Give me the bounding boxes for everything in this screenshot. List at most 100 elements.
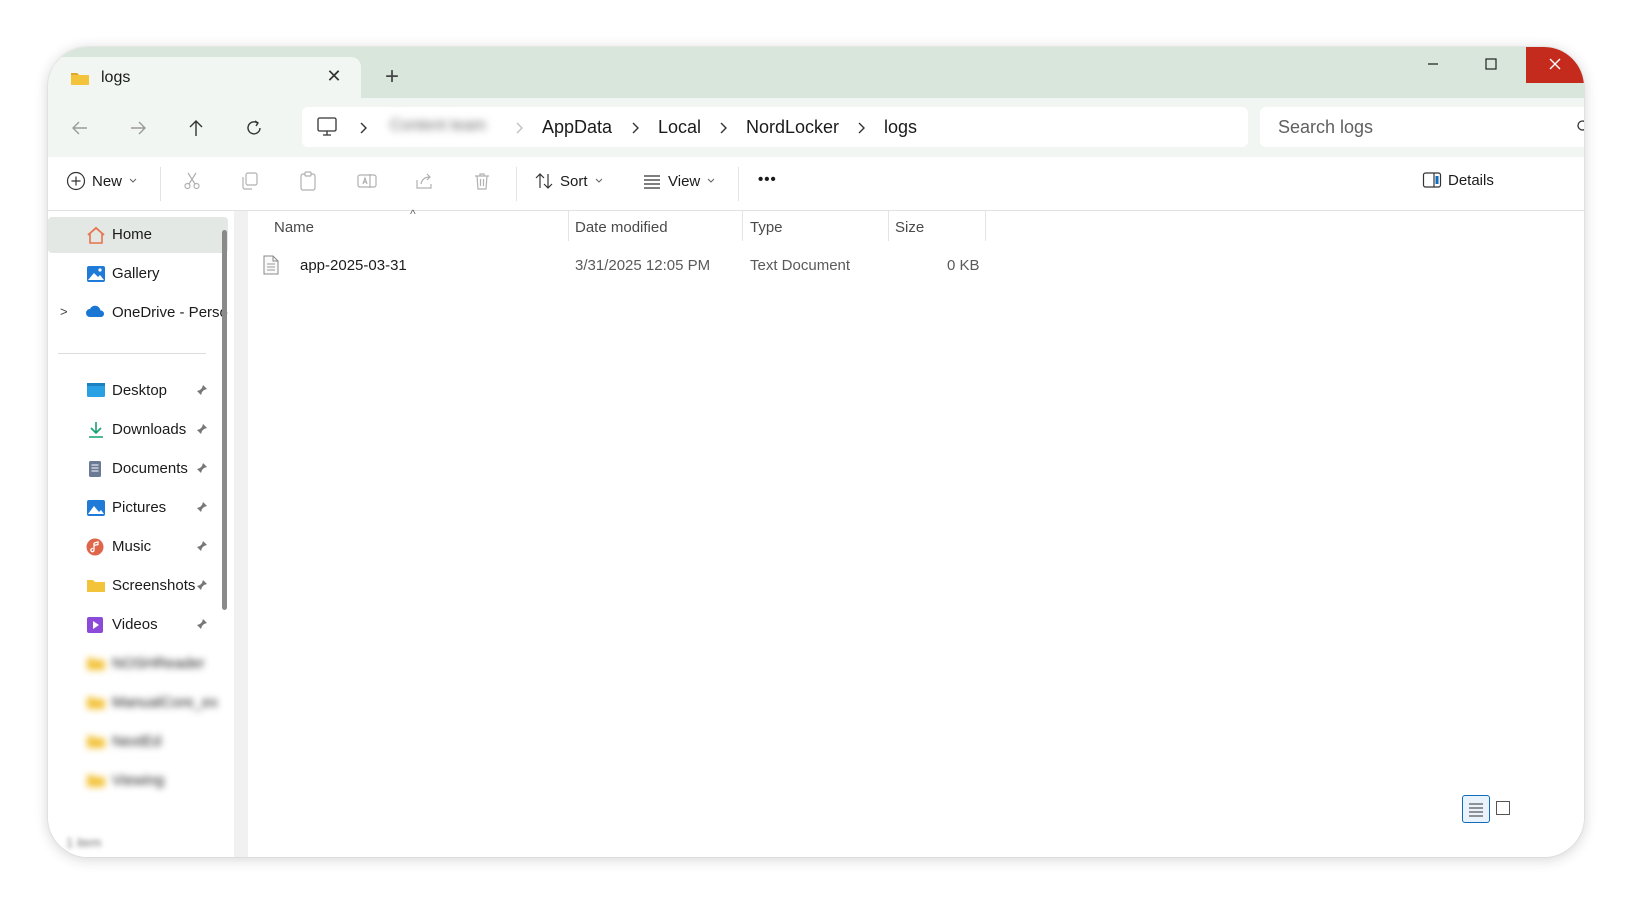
chevron-right-icon	[514, 121, 524, 139]
minimize-button[interactable]	[1410, 47, 1456, 83]
sidebar-item-home[interactable]: Home	[48, 217, 228, 253]
column-header-size[interactable]: Size	[895, 219, 924, 236]
search-icon[interactable]	[1576, 119, 1584, 140]
gallery-icon	[86, 265, 105, 283]
folder-icon	[86, 655, 105, 673]
sort-button[interactable]: Sort	[534, 171, 604, 191]
pin-icon[interactable]	[196, 578, 208, 595]
column-divider[interactable]	[985, 211, 986, 241]
chevron-right-icon[interactable]	[856, 121, 866, 139]
up-button[interactable]	[180, 112, 212, 144]
pin-icon[interactable]	[196, 617, 208, 634]
close-window-button[interactable]	[1526, 47, 1584, 83]
search-box[interactable]: Search logs	[1260, 107, 1584, 147]
rename-button[interactable]	[356, 171, 378, 191]
sidebar-item-desktop[interactable]: Desktop	[48, 373, 228, 409]
paste-button[interactable]	[298, 171, 318, 191]
view-label: View	[668, 172, 701, 190]
sidebar-item-documents[interactable]: Documents	[48, 451, 228, 487]
column-divider[interactable]	[742, 211, 743, 241]
sidebar-item-label: Desktop	[112, 382, 168, 399]
pane-splitter[interactable]	[234, 211, 248, 857]
sort-label: Sort	[560, 172, 588, 190]
sidebar-item-label: Pictures	[112, 499, 167, 516]
tab-logs[interactable]: logs ✕	[48, 57, 361, 98]
sidebar-item-label: Viewing	[112, 772, 165, 789]
share-button[interactable]	[414, 171, 434, 191]
sidebar-item-blurred[interactable]: ManualCore_ex	[48, 685, 228, 721]
sidebar-item-label: NextEd	[112, 733, 162, 750]
copy-button[interactable]	[240, 171, 260, 191]
sidebar-item-gallery[interactable]: Gallery	[48, 256, 228, 292]
folder-icon	[86, 733, 105, 751]
details-pane-icon	[1422, 172, 1442, 188]
pin-icon[interactable]	[196, 500, 208, 517]
sidebar-item-music[interactable]: Music	[48, 529, 228, 565]
pin-icon[interactable]	[196, 383, 208, 400]
details-button[interactable]: Details	[1422, 171, 1494, 189]
chevron-right-icon[interactable]	[718, 121, 728, 139]
breadcrumb-local[interactable]: Local	[658, 117, 701, 138]
sidebar-item-videos[interactable]: Videos	[48, 607, 228, 643]
home-icon	[86, 226, 105, 244]
up-arrow-icon	[189, 120, 203, 136]
maximize-button[interactable]	[1468, 47, 1514, 83]
address-bar[interactable]: Content team AppData Local NordLocker lo…	[302, 107, 1248, 147]
new-tab-button[interactable]: +	[380, 65, 404, 89]
pin-icon[interactable]	[196, 422, 208, 439]
chevron-right-icon[interactable]	[358, 121, 368, 139]
breadcrumb-logs[interactable]: logs	[884, 117, 917, 138]
pin-icon[interactable]	[196, 461, 208, 478]
table-row[interactable]: app-2025-03-31 3/31/2025 12:05 PM Text D…	[248, 249, 1008, 281]
column-divider[interactable]	[888, 211, 889, 241]
breadcrumb-appdata[interactable]: AppData	[542, 117, 612, 138]
sidebar-item-label: Gallery	[112, 265, 160, 282]
forward-button[interactable]	[122, 112, 154, 144]
view-button[interactable]: View	[642, 171, 716, 191]
sort-icon	[535, 173, 553, 189]
column-header-date[interactable]: Date modified	[575, 219, 668, 236]
folder-icon	[86, 694, 105, 712]
column-divider[interactable]	[568, 211, 569, 241]
file-size: 0 KB	[947, 257, 980, 274]
sort-ascending-icon: ^	[410, 207, 416, 221]
tiles-view-button[interactable]	[1496, 801, 1510, 815]
breadcrumb-nordlocker[interactable]: NordLocker	[746, 117, 839, 138]
text-document-icon	[263, 255, 279, 280]
refresh-button[interactable]	[238, 112, 270, 144]
divider	[738, 167, 739, 201]
scissors-icon	[184, 172, 200, 190]
copy-icon	[242, 172, 258, 190]
breadcrumb-blurred[interactable]: Content team	[390, 117, 500, 139]
chevron-right-icon[interactable]: >	[60, 304, 68, 319]
sidebar-item-blurred[interactable]: NextEd	[48, 724, 228, 760]
back-button[interactable]	[64, 112, 96, 144]
sidebar-item-screenshots[interactable]: Screenshots	[48, 568, 228, 604]
column-header-type[interactable]: Type	[750, 219, 783, 236]
new-button[interactable]: New	[66, 171, 138, 191]
file-explorer-window: logs ✕ + Content team AppData Local Nord…	[48, 47, 1584, 857]
divider	[160, 167, 161, 201]
cut-button[interactable]	[182, 171, 202, 191]
details-view-button[interactable]	[1462, 795, 1490, 823]
close-tab-icon[interactable]: ✕	[324, 66, 344, 86]
sidebar-item-downloads[interactable]: Downloads	[48, 412, 228, 448]
trash-icon	[475, 173, 489, 190]
downloads-icon	[86, 421, 104, 439]
delete-button[interactable]	[472, 171, 492, 191]
folder-icon	[86, 772, 105, 790]
pin-icon[interactable]	[196, 539, 208, 556]
more-options-button[interactable]: •••	[758, 171, 777, 188]
plus-circle-icon	[66, 171, 86, 191]
forward-arrow-icon	[131, 121, 146, 135]
sidebar-item-blurred[interactable]: Viewing	[48, 763, 228, 799]
this-pc-icon[interactable]	[316, 117, 338, 142]
sidebar-scrollbar[interactable]	[222, 230, 227, 610]
sidebar-item-pictures[interactable]: Pictures	[48, 490, 228, 526]
sidebar-item-onedrive[interactable]: > OneDrive - Perso	[48, 295, 228, 331]
search-input[interactable]: Search logs	[1278, 117, 1373, 138]
sidebar-item-blurred[interactable]: NOSHReader	[48, 646, 228, 682]
file-name[interactable]: app-2025-03-31	[300, 257, 407, 274]
column-header-name[interactable]: Name	[274, 219, 314, 236]
chevron-right-icon[interactable]	[630, 121, 640, 139]
